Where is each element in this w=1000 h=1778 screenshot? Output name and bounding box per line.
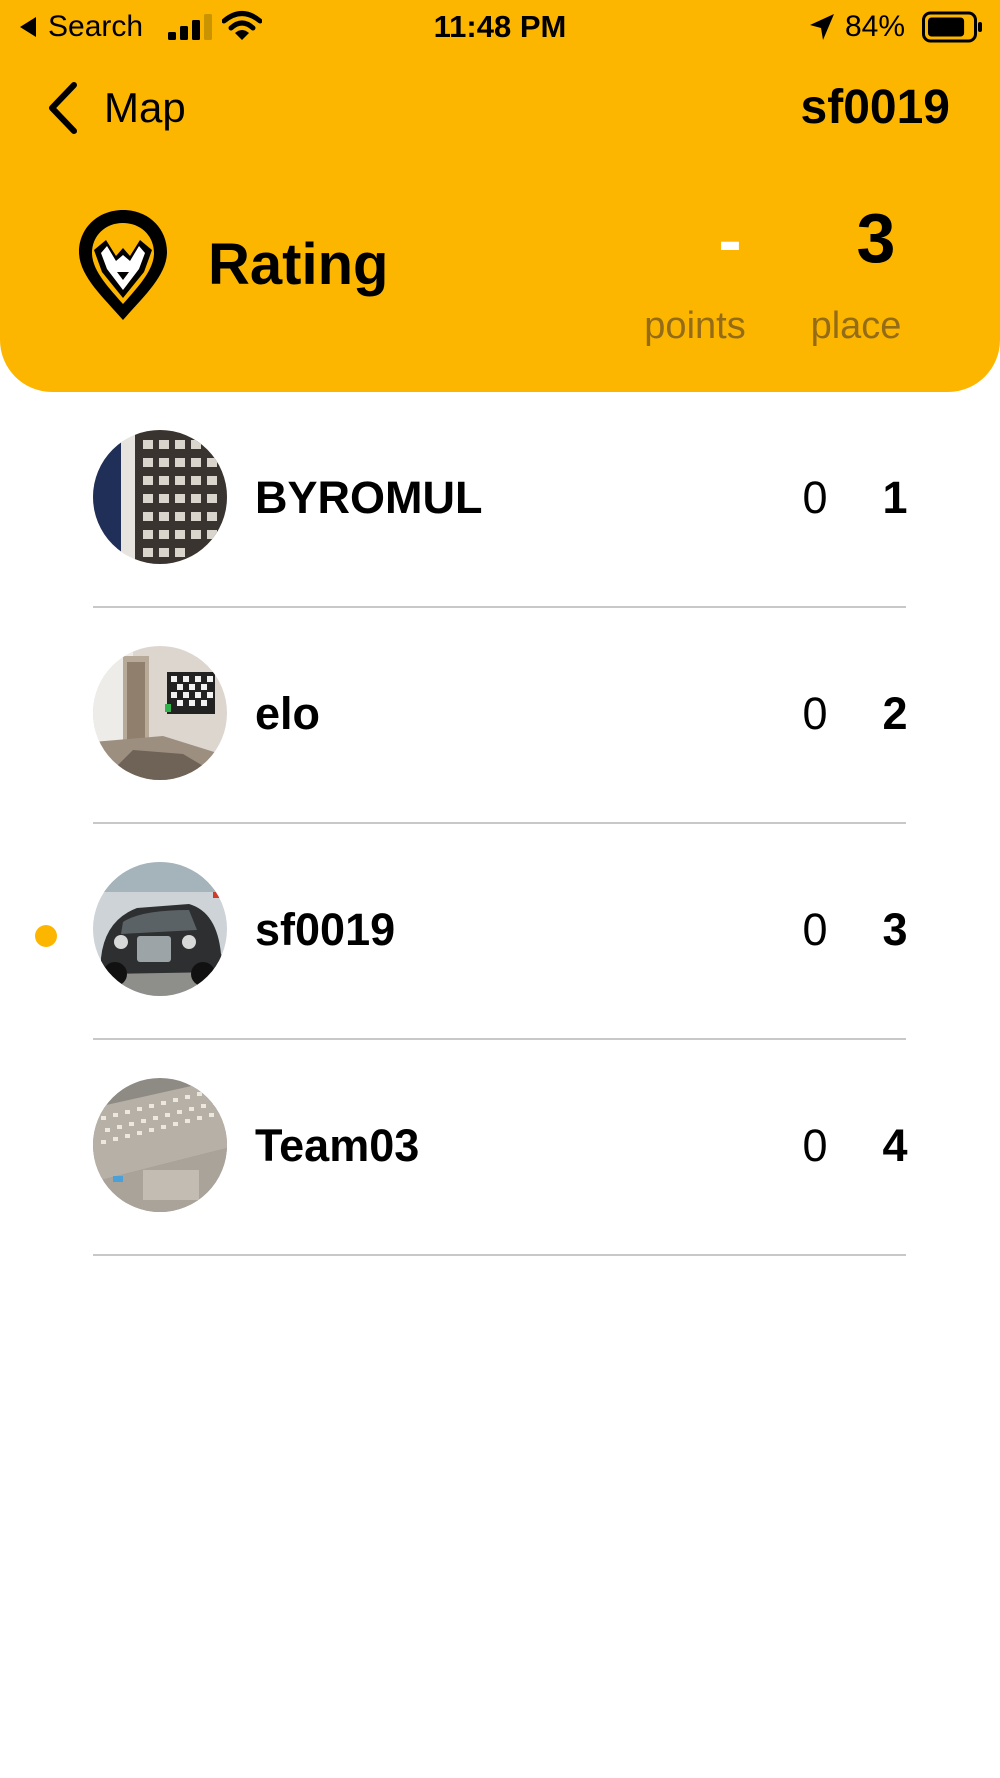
avatar bbox=[93, 646, 227, 780]
back-button-label: Map bbox=[104, 84, 186, 131]
player-place: 2 bbox=[882, 688, 908, 739]
user-place-value: 3 bbox=[856, 199, 896, 277]
chevron-left-icon bbox=[49, 82, 77, 134]
player-points: 0 bbox=[802, 904, 828, 955]
avatar bbox=[93, 862, 227, 996]
leaderboard-row[interactable]: Team03 0 4 bbox=[0, 1040, 1000, 1256]
avatar bbox=[93, 430, 227, 564]
rating-title: Rating bbox=[208, 232, 389, 297]
leaderboard-row[interactable]: BYROMUL 0 1 bbox=[0, 392, 1000, 608]
player-place: 4 bbox=[882, 1120, 908, 1171]
fox-pin-logo-icon bbox=[79, 210, 167, 320]
player-points: 0 bbox=[802, 688, 828, 739]
player-place: 3 bbox=[882, 904, 908, 955]
avatar bbox=[93, 1078, 227, 1212]
player-place: 1 bbox=[882, 472, 908, 523]
player-points: 0 bbox=[802, 1120, 828, 1171]
rating-header: Search 11:48 PM 84% Map sf0019 Rating - … bbox=[0, 0, 1000, 392]
back-to-map-button[interactable]: Map bbox=[44, 78, 186, 138]
row-divider bbox=[93, 1254, 906, 1256]
player-points: 0 bbox=[802, 472, 828, 523]
user-points-value: - bbox=[718, 201, 742, 279]
leaderboard-row-current-user[interactable]: sf0019 0 3 bbox=[0, 824, 1000, 1040]
player-name: Team03 bbox=[255, 1120, 420, 1171]
place-label: place bbox=[810, 305, 902, 347]
player-name: BYROMUL bbox=[255, 472, 483, 523]
player-name: elo bbox=[255, 688, 321, 739]
points-label: points bbox=[644, 305, 746, 347]
current-user-indicator bbox=[35, 925, 57, 947]
battery-icon bbox=[922, 11, 982, 43]
battery-percent: 84% bbox=[845, 10, 906, 43]
nav-title-username: sf0019 bbox=[800, 81, 950, 134]
status-bar: Search 11:48 PM 84% bbox=[0, 0, 1000, 52]
location-arrow-icon bbox=[810, 14, 834, 40]
player-name: sf0019 bbox=[255, 904, 396, 955]
leaderboard-list: BYROMUL 0 1 elo 0 2 sf0019 0 3 Team03 0 … bbox=[0, 392, 1000, 1256]
leaderboard-row[interactable]: elo 0 2 bbox=[0, 608, 1000, 824]
screen: Search 11:48 PM 84% Map sf0019 Rating - … bbox=[0, 0, 1000, 1778]
